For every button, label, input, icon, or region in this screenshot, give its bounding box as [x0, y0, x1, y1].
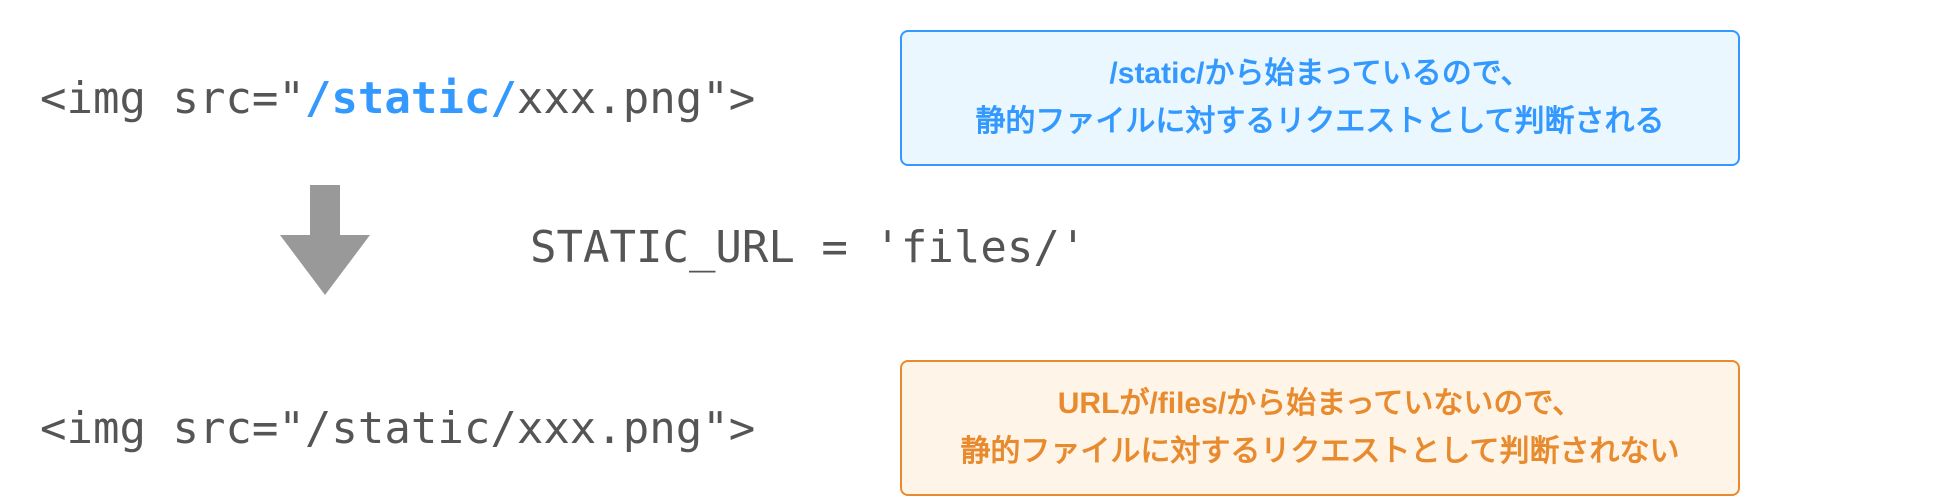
bottom-row: <img src="/static/xxx.png"> URLが/files/か… [40, 360, 1894, 496]
info-box-blue: /static/から始まっているので、 静的ファイルに対するリクエストとして判断… [900, 30, 1740, 166]
middle-row: STATIC_URL = 'files/' [40, 200, 1894, 295]
blue-box-line2: 静的ファイルに対するリクエストとして判断される [932, 98, 1708, 146]
code-prefix: <img src=" [40, 73, 305, 124]
blue-highlight: /static/ [1109, 57, 1204, 90]
code-sample-bottom: <img src="/static/xxx.png"> [40, 403, 755, 454]
blue-box-line1: /static/から始まっているので、 [932, 50, 1708, 98]
top-row: <img src="/static/xxx.png"> /static/から始ま… [40, 30, 1894, 166]
info-box-orange: URLが/files/から始まっていないので、 静的ファイルに対するリクエストと… [900, 360, 1740, 496]
code-highlight-static: /static/ [305, 73, 517, 124]
orange-highlight: /files/ [1149, 387, 1226, 420]
orange-line1-pre: URLが [1058, 387, 1150, 420]
orange-box-line2: 静的ファイルに対するリクエストとして判断されない [932, 428, 1708, 476]
code-suffix: xxx.png"> [517, 73, 755, 124]
config-code: STATIC_URL = 'files/' [530, 222, 1086, 273]
arrow-down-icon [280, 185, 370, 295]
orange-box-line1: URLが/files/から始まっていないので、 [932, 380, 1708, 428]
top-code-block: <img src="/static/xxx.png"> [40, 73, 860, 124]
blue-line1-rest: から始まっているので、 [1204, 57, 1530, 90]
bottom-code-block: <img src="/static/xxx.png"> [40, 403, 860, 454]
orange-line1-post: から始まっていないので、 [1226, 387, 1582, 420]
code-sample-top: <img src="/static/xxx.png"> [40, 73, 755, 124]
